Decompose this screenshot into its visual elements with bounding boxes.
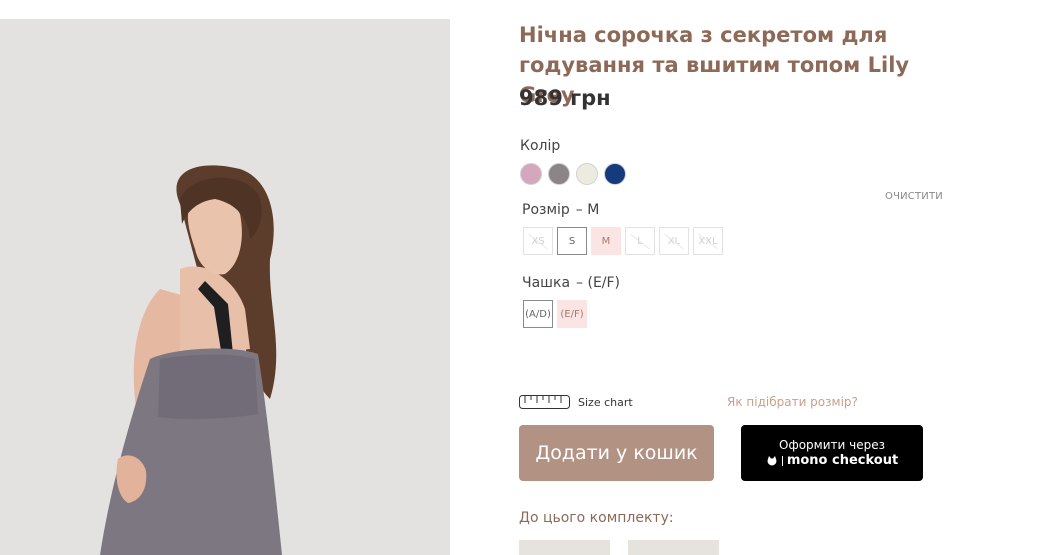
size-option-xs[interactable]: XS bbox=[523, 227, 553, 255]
size-chart-link[interactable]: Size chart bbox=[519, 395, 633, 409]
swatch-navy[interactable] bbox=[604, 163, 626, 185]
swatch-grey[interactable] bbox=[548, 163, 570, 185]
size-chart-label: Size chart bbox=[578, 395, 633, 409]
mono-separator bbox=[781, 455, 783, 466]
size-label-row: Розмір – M bbox=[522, 202, 599, 218]
size-label: Розмір bbox=[522, 202, 570, 218]
cup-option-ad[interactable]: (A/D) bbox=[523, 300, 553, 328]
set-section-label: До цього комплекту: bbox=[519, 510, 674, 526]
product-price: 989 грн bbox=[519, 86, 611, 110]
size-options: XS S M L XL XXL bbox=[523, 227, 723, 255]
mono-checkout-line2: mono checkout bbox=[766, 453, 898, 469]
cup-option-ef[interactable]: (E/F) bbox=[557, 300, 587, 328]
how-to-choose-size-link[interactable]: Як підібрати розмір? bbox=[727, 395, 858, 409]
ruler-icon bbox=[519, 395, 570, 409]
cup-label-row: Чашка – (E/F) bbox=[522, 275, 620, 291]
add-to-cart-button[interactable]: Додати у кошик bbox=[519, 425, 714, 481]
size-selected-value: – M bbox=[575, 202, 600, 218]
size-option-l[interactable]: L bbox=[625, 227, 655, 255]
size-option-m[interactable]: M bbox=[591, 227, 621, 255]
size-option-xl[interactable]: XL bbox=[659, 227, 689, 255]
mono-cat-icon bbox=[767, 455, 777, 465]
cup-label: Чашка bbox=[522, 275, 571, 291]
set-item-thumbnail[interactable] bbox=[628, 540, 719, 555]
mono-checkout-line1: Оформити через bbox=[779, 437, 885, 452]
product-photo[interactable] bbox=[0, 19, 450, 555]
swatch-pink[interactable] bbox=[520, 163, 542, 185]
clear-selection-link[interactable]: ОЧИСТИТИ bbox=[885, 191, 943, 202]
mono-checkout-brand: mono checkout bbox=[786, 452, 899, 468]
size-option-xxl[interactable]: XXL bbox=[693, 227, 723, 255]
size-option-s[interactable]: S bbox=[557, 227, 587, 255]
product-page: Нічна сорочка з секретом для годування т… bbox=[0, 0, 1040, 555]
color-swatches bbox=[520, 163, 626, 185]
mono-checkout-button[interactable]: Оформити через mono checkout bbox=[741, 425, 923, 481]
cup-options: (A/D) (E/F) bbox=[523, 300, 587, 328]
color-label: Колір bbox=[520, 138, 561, 154]
set-item-thumbnail[interactable] bbox=[519, 540, 610, 555]
swatch-ivory[interactable] bbox=[576, 163, 598, 185]
cup-selected-value: – (E/F) bbox=[576, 275, 621, 291]
